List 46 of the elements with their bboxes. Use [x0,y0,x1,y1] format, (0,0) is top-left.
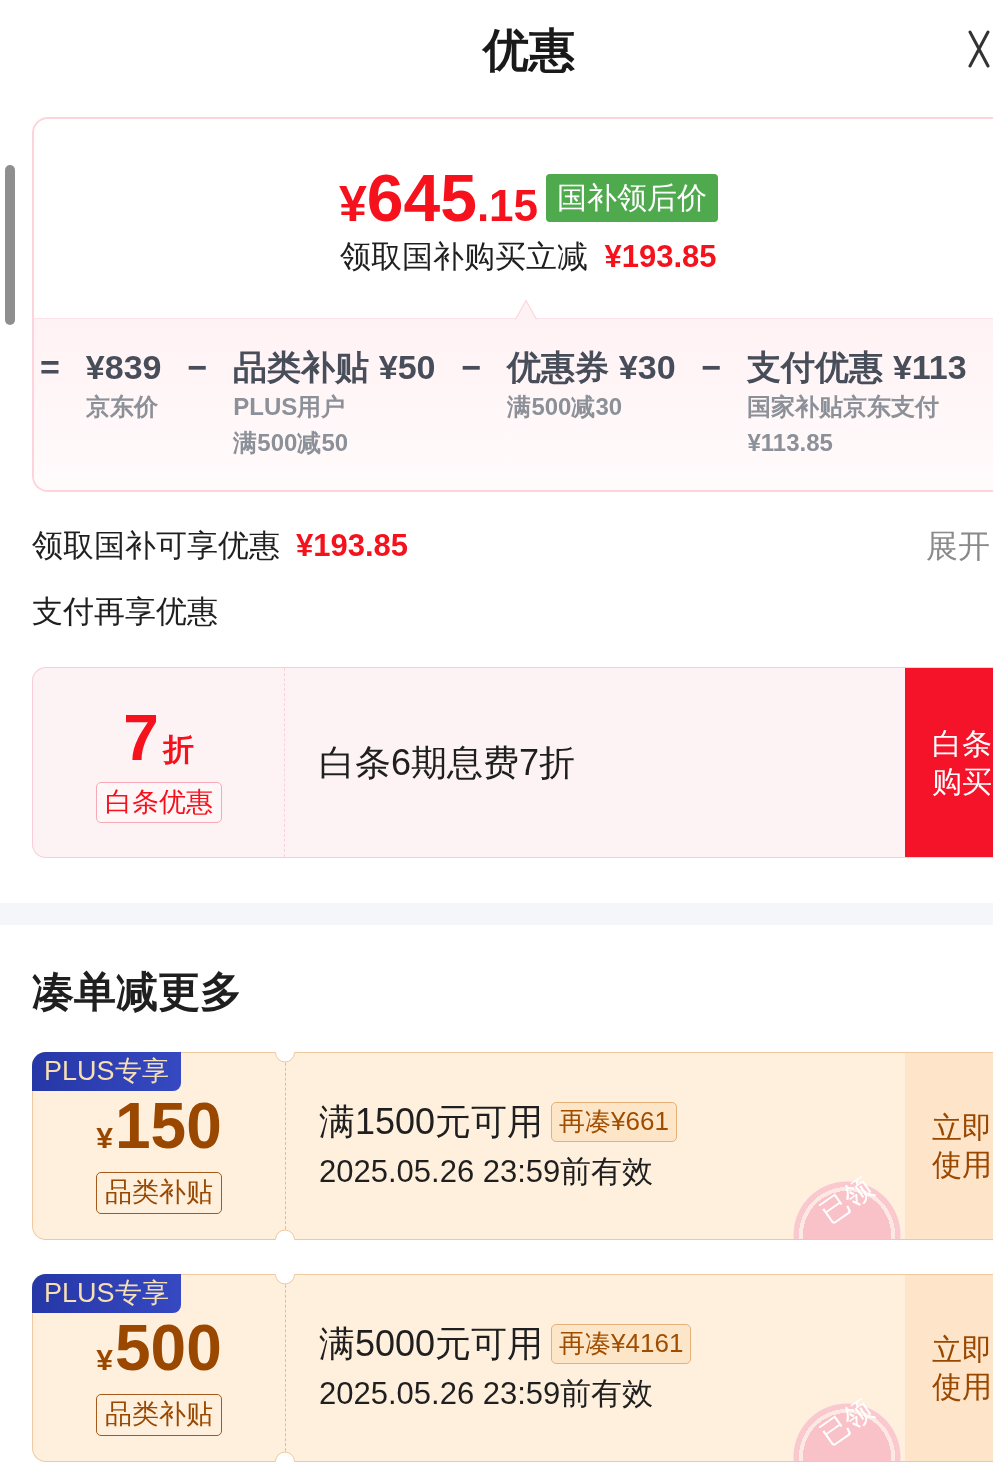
claimed-stamp: 已领 [791,1395,903,1461]
category-tag: 品类补贴 [96,1172,222,1214]
category-tag: 品类补贴 [96,1394,222,1436]
saving-amount: ¥193.85 [604,238,717,276]
operator-sign: − [187,347,208,388]
coupon-amount: ¥150 [96,1094,222,1159]
top-up-tag: 再凑¥661 [551,1102,677,1142]
operator-sign: = [40,347,60,388]
page-title: 优惠 [482,24,575,76]
discount-note: 国家补贴京东支付 [747,392,940,422]
saving-label: 领取国补购买立减 [340,238,589,276]
plus-badge: PLUS专享 [32,1052,181,1091]
offer-description: 白条6期息费7折 [319,740,576,785]
scrollbar-thumb[interactable] [5,165,15,325]
final-price: ¥645.15 [338,165,539,231]
discount-note: 满500减30 [507,392,623,422]
use-coupon-button[interactable]: 立即使用 [905,1053,993,1239]
coupon-amount: ¥500 [96,1316,222,1381]
section-subtitle: 支付再享优惠 [32,592,218,631]
claimed-stamp: 已领 [791,1173,903,1239]
close-icon[interactable] [968,30,990,68]
discount-rate: 7折 [123,705,194,770]
summary-label: 领取国补可享优惠 [32,526,280,565]
discount-note: PLUS用户 [233,392,346,422]
discount-note: 满500减50 [233,428,349,458]
offer-tag: 白条优惠 [95,781,222,824]
operator-sign: − [461,347,482,388]
section-title: 凑单减更多 [32,967,243,1017]
discount-title: 品类补贴 ¥50 [233,347,436,388]
coupon-validity: 2025.05.26 23:59前有效 [319,1375,654,1413]
expand-button[interactable]: 展开 [926,526,990,566]
top-up-tag: 再凑¥4161 [551,1324,692,1364]
discount-title: ¥839 [85,347,162,388]
discount-note: 京东价 [85,392,158,422]
coupon-condition: 满1500元可用 [319,1100,544,1144]
purchase-button[interactable]: 白条购买 [905,668,993,857]
summary-amount: ¥193.85 [296,526,409,565]
price-tag: 国补领后价 [546,174,719,222]
discount-note: ¥113.85 [747,428,833,458]
discount-title: 优惠券 ¥30 [507,347,676,388]
operator-sign: − [701,347,722,388]
coupon-condition: 满5000元可用 [319,1322,544,1366]
plus-badge: PLUS专享 [32,1274,181,1313]
use-coupon-button[interactable]: 立即使用 [905,1275,993,1461]
coupon-validity: 2025.05.26 23:59前有效 [319,1153,654,1191]
discount-title: 支付优惠 ¥113 [747,347,967,388]
